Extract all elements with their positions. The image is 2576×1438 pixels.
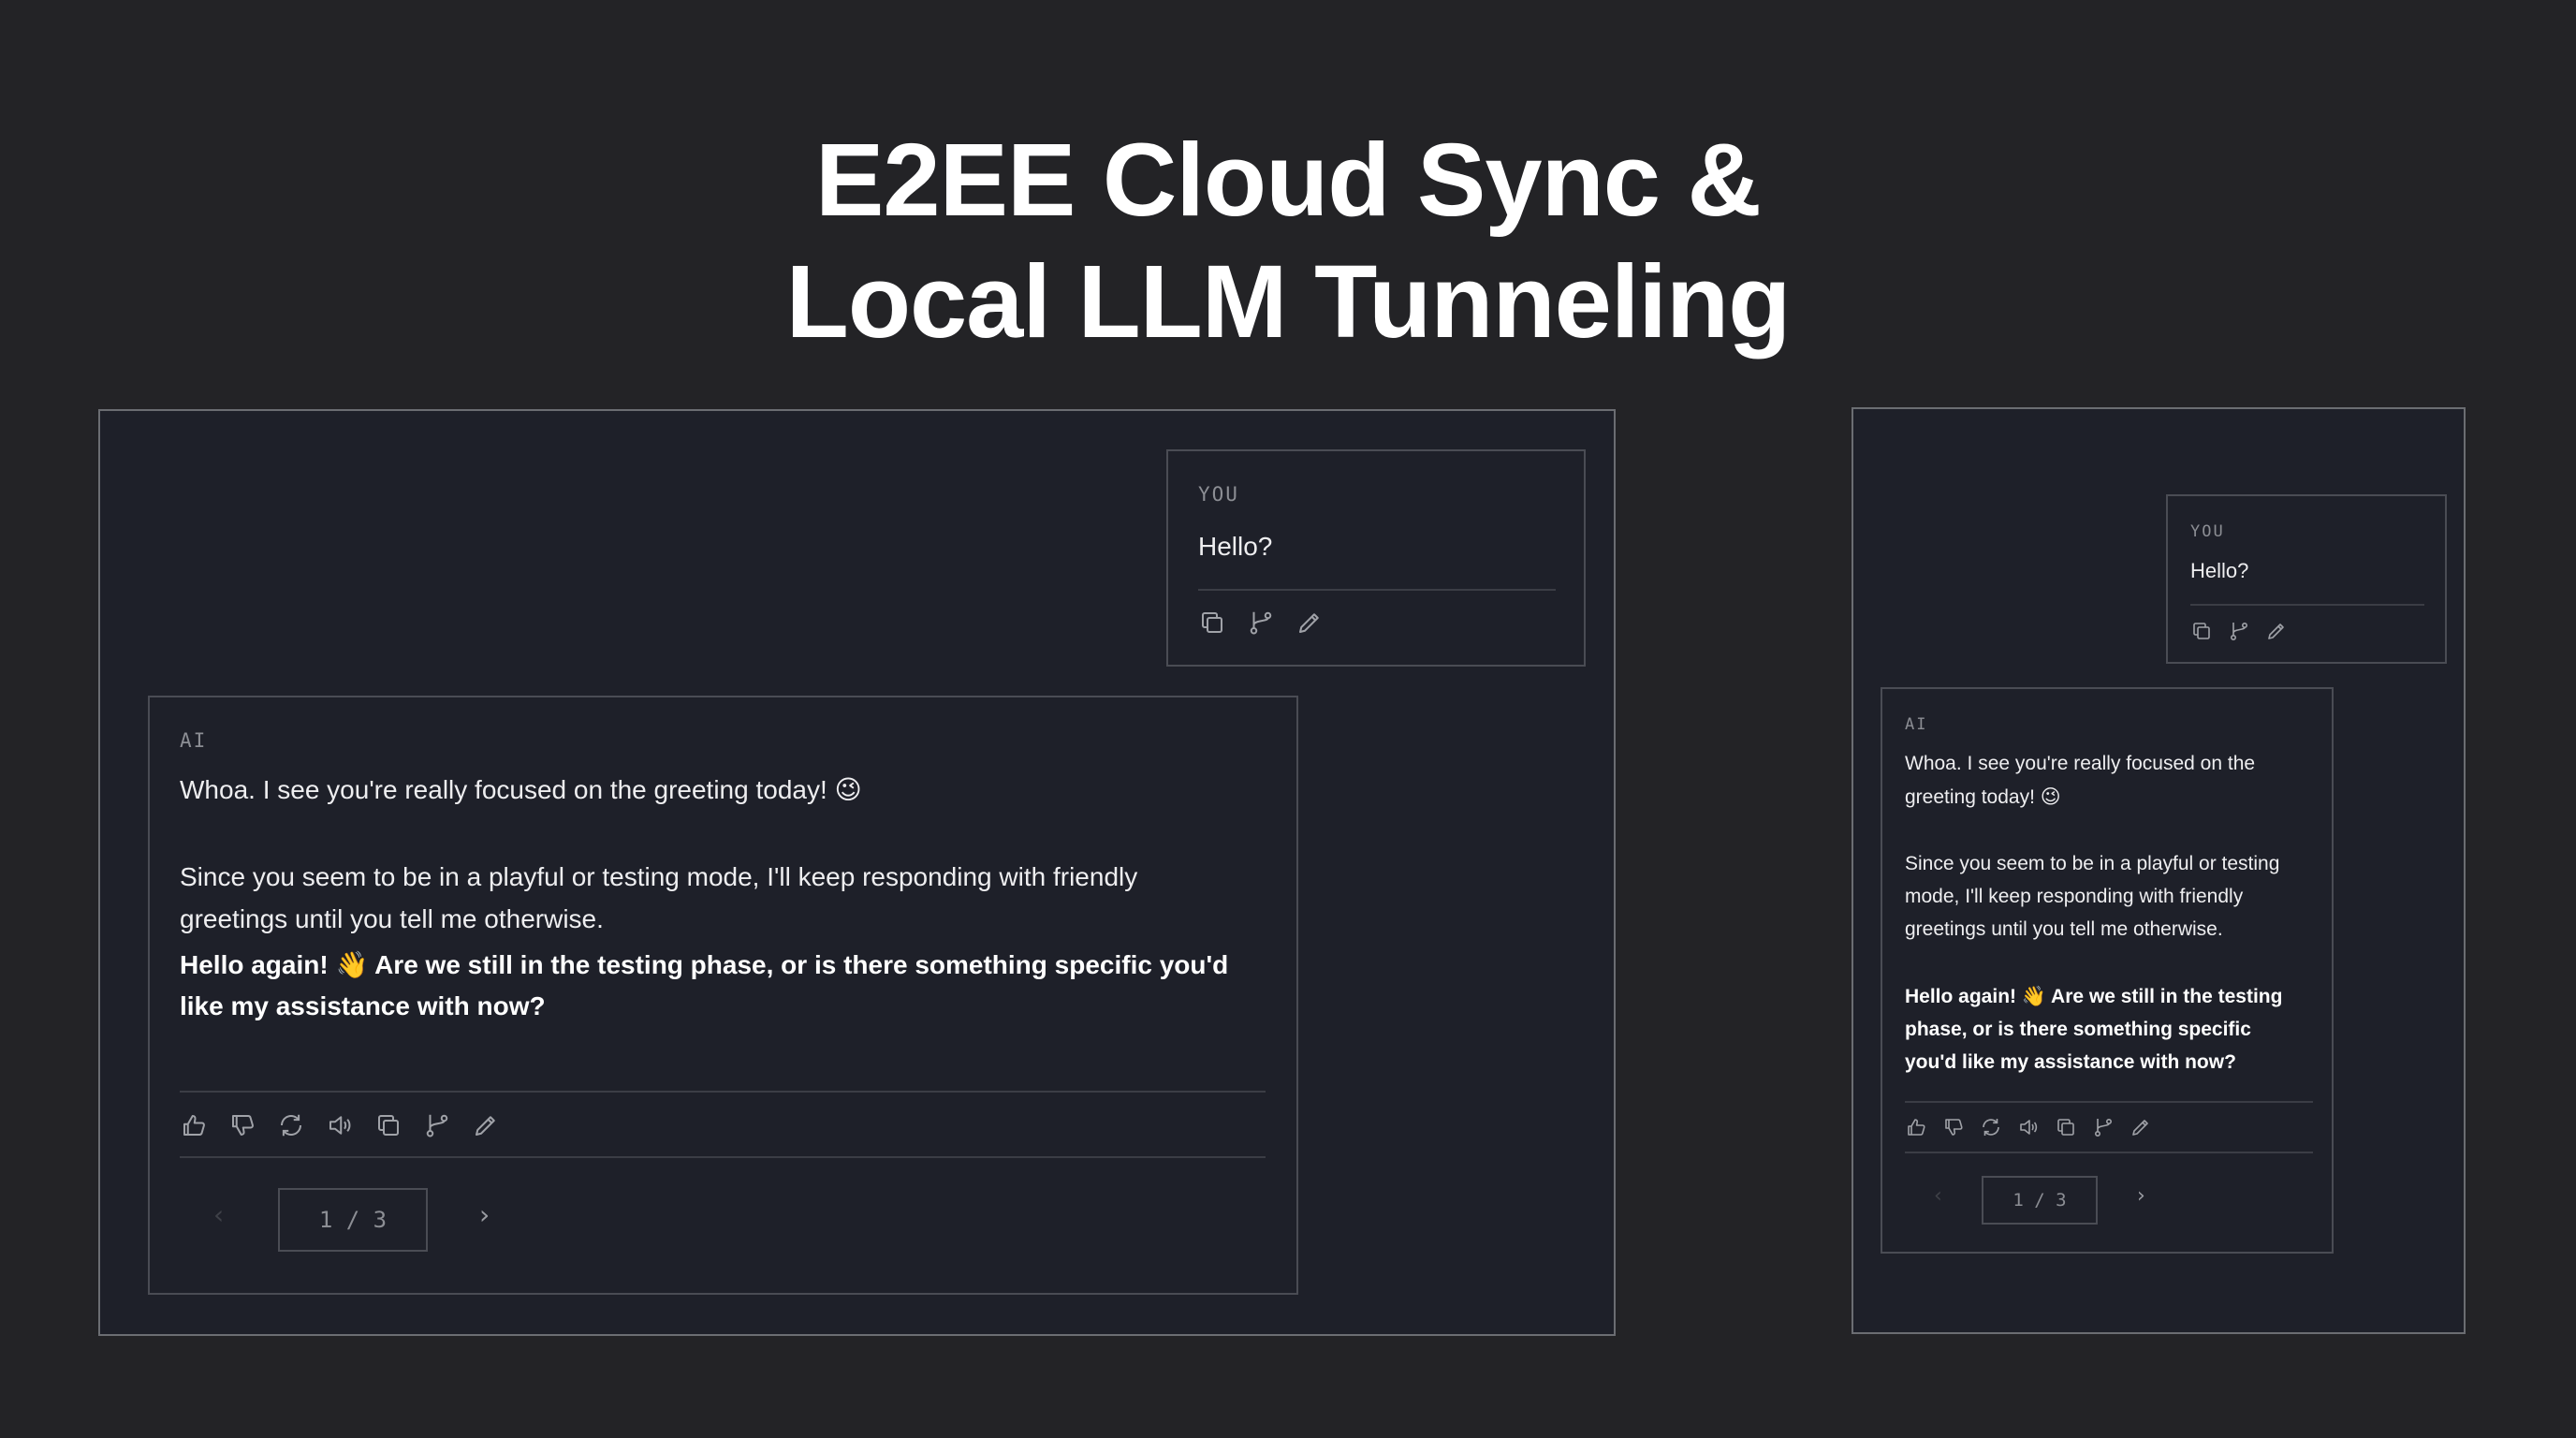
speaker-icon[interactable] xyxy=(326,1111,354,1139)
ai-actions-divider-top xyxy=(1905,1101,2313,1103)
copy-icon[interactable] xyxy=(2190,620,2213,642)
ai-paragraph-2-line-1: Since you seem to be in a playful or tes… xyxy=(180,862,1138,891)
ai-paragraph-3-line-2: like my assistance with now? xyxy=(180,991,546,1020)
ai-paragraph-3-line-2: phase, or is there something specific xyxy=(1905,1019,2251,1040)
ai-actions-divider-top xyxy=(180,1091,1266,1093)
ai-paragraph-2-line-2: mode, I'll keep responding with friendly xyxy=(1905,886,2244,907)
ai-actions-divider-bottom xyxy=(1905,1152,2313,1153)
headline: E2EE Cloud Sync & Local LLM Tunneling xyxy=(0,120,2576,363)
user-message-text: Hello? xyxy=(2190,559,2249,582)
copy-icon[interactable] xyxy=(1198,609,1226,637)
thumbs-up-icon[interactable] xyxy=(180,1111,208,1139)
regenerate-icon[interactable] xyxy=(277,1111,305,1139)
edit-icon[interactable] xyxy=(472,1111,500,1139)
copy-icon[interactable] xyxy=(2055,1116,2077,1138)
headline-line-2: Local LLM Tunneling xyxy=(785,244,1792,360)
ai-role-label: AI xyxy=(1905,715,1928,734)
user-actions-divider xyxy=(2190,604,2424,606)
branch-icon[interactable] xyxy=(423,1111,451,1139)
ai-paragraph-1-line-1: Whoa. I see you're really focused on the xyxy=(1905,753,2256,774)
chevron-left-icon[interactable]: ‹ xyxy=(1934,1184,1942,1208)
edit-icon[interactable] xyxy=(2265,620,2288,642)
version-pager: 1 / 3 xyxy=(278,1188,428,1252)
ai-paragraph-3-line-1: Hello again! 👋 Are we still in the testi… xyxy=(180,950,1229,979)
mobile-chat-frame: YOU Hello? AI Whoa. I see you're really … xyxy=(1852,407,2466,1334)
thumbs-down-icon[interactable] xyxy=(1942,1116,1965,1138)
ai-message-card: AI Whoa. I see you're really focused on … xyxy=(1881,687,2334,1254)
chevron-left-icon[interactable]: ‹ xyxy=(213,1199,224,1230)
branch-icon[interactable] xyxy=(1247,609,1275,637)
user-role-label: YOU xyxy=(1198,483,1239,506)
version-pager: 1 / 3 xyxy=(1982,1176,2098,1225)
edit-icon[interactable] xyxy=(1295,609,1324,637)
ai-actions-divider-bottom xyxy=(180,1156,1266,1158)
headline-line-1: E2EE Cloud Sync & xyxy=(815,123,1762,238)
desktop-chat-frame: YOU Hello? AI Whoa. I see you're really … xyxy=(98,409,1616,1336)
chevron-right-icon[interactable]: › xyxy=(2137,1184,2145,1208)
user-message-card: YOU Hello? xyxy=(1166,449,1586,667)
edit-icon[interactable] xyxy=(2130,1116,2152,1138)
ai-paragraph-3-line-3: you'd like my assistance with now? xyxy=(1905,1051,2236,1073)
ai-paragraph-2-line-3: greetings until you tell me otherwise. xyxy=(1905,918,2223,940)
regenerate-icon[interactable] xyxy=(1980,1116,2002,1138)
thumbs-up-icon[interactable] xyxy=(1905,1116,1927,1138)
user-role-label: YOU xyxy=(2190,522,2225,541)
user-actions-divider xyxy=(1198,589,1556,591)
ai-message-card: AI Whoa. I see you're really focused on … xyxy=(148,696,1298,1295)
ai-paragraph-3-line-1: Hello again! 👋 Are we still in the testi… xyxy=(1905,986,2283,1007)
user-message-card: YOU Hello? xyxy=(2166,494,2447,664)
chevron-right-icon[interactable]: › xyxy=(479,1199,490,1230)
branch-icon[interactable] xyxy=(2092,1116,2115,1138)
ai-paragraph-2-line-1: Since you seem to be in a playful or tes… xyxy=(1905,853,2280,874)
ai-paragraph-2-line-2: greetings until you tell me otherwise. xyxy=(180,904,604,933)
ai-paragraph-1-line-2: greeting today! 😉 xyxy=(1905,786,2061,808)
ai-role-label: AI xyxy=(180,729,208,752)
thumbs-down-icon[interactable] xyxy=(228,1111,256,1139)
branch-icon[interactable] xyxy=(2228,620,2250,642)
ai-paragraph-1: Whoa. I see you're really focused on the… xyxy=(180,775,862,804)
speaker-icon[interactable] xyxy=(2017,1116,2040,1138)
user-message-text: Hello? xyxy=(1198,532,1273,561)
copy-icon[interactable] xyxy=(374,1111,402,1139)
